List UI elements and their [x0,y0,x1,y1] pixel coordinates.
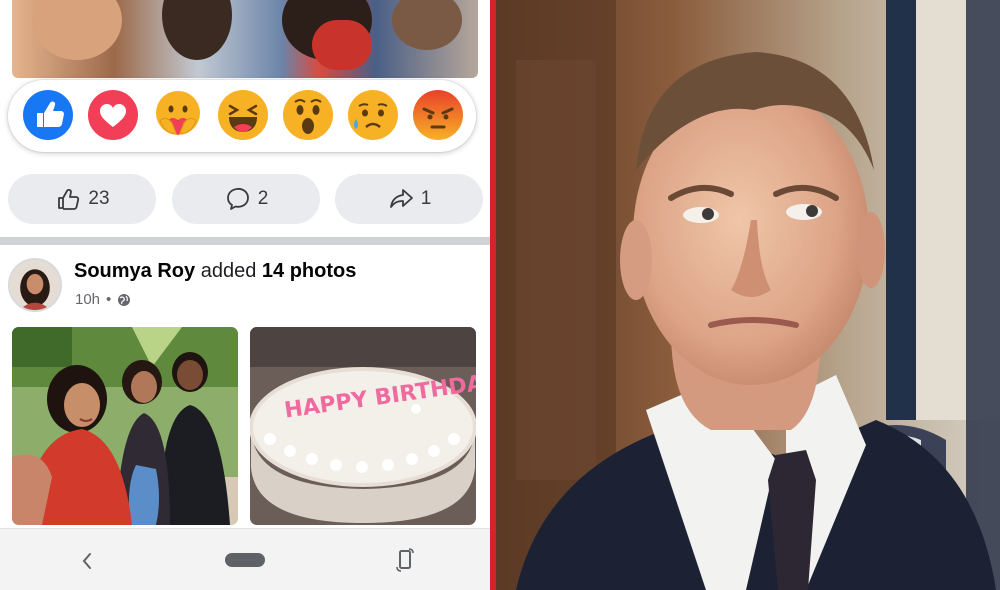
post-title: Soumya Roy added 14 photos [74,260,356,283]
post-meta: 10h • [75,291,131,308]
author-name[interactable]: Soumya Roy [74,260,195,282]
comment-bubble-icon [226,187,249,210]
share-arrow-icon [389,189,413,208]
like-reaction-icon[interactable] [22,89,74,141]
post-object[interactable]: 14 photos [262,260,356,282]
post-actions: 23 2 1 [0,174,490,226]
globe-icon [118,293,131,306]
post-header: Soumya Roy added 14 photos 10h • [0,252,490,318]
thumbs-up-icon [58,189,80,210]
post-time[interactable]: 10h [75,291,100,308]
care-reaction-icon[interactable] [152,89,204,141]
facebook-feed-screenshot: 23 2 1 Soumya Roy added 14 photos 10h • … [0,0,490,590]
share-count: 1 [420,188,432,209]
sad-reaction-icon[interactable] [347,89,399,141]
haha-reaction-icon[interactable] [217,89,269,141]
like-count: 23 [88,188,110,209]
feed-divider [0,237,490,245]
reaction-picker [8,80,476,152]
post-photo-top[interactable] [12,0,478,78]
love-reaction-icon[interactable] [87,89,139,141]
comment-count: 2 [257,188,269,209]
back-chevron-icon[interactable] [80,551,94,571]
rotate-icon[interactable] [394,547,416,573]
post-verb: added [200,260,257,282]
wow-reaction-icon[interactable] [282,89,334,141]
android-nav-bar [0,528,490,590]
portrait-photo [496,0,1000,590]
post-photo-group[interactable] [12,327,238,525]
share-button[interactable]: 1 [335,174,483,224]
post-photo-cake[interactable]: HAPPY BIRTHDAY [250,327,476,525]
meta-separator: • [106,291,112,308]
comment-button[interactable]: 2 [172,174,320,224]
avatar[interactable] [8,258,62,312]
home-pill-icon[interactable] [224,551,266,569]
angry-reaction-icon[interactable] [412,89,464,141]
like-button[interactable]: 23 [8,174,156,224]
